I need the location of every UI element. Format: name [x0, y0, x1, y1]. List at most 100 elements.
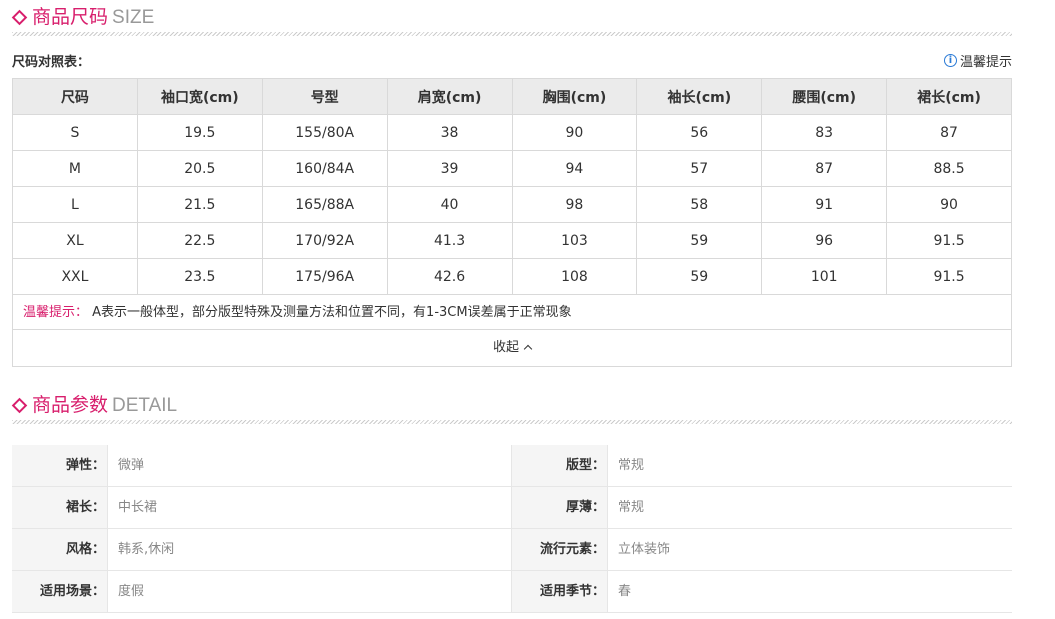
- param-row: 风格： 韩系,休闲 流行元素： 立体装饰: [12, 529, 1012, 571]
- table-row: S 19.5 155/80A 38 90 56 83 87: [12, 114, 1012, 151]
- param-value: 韩系,休闲: [107, 529, 511, 570]
- column-header: 腰围(cm): [761, 78, 888, 115]
- detail-title-cn: 商品参数: [32, 394, 109, 416]
- table-cell: 90: [886, 186, 1012, 223]
- size-chart-title: 尺码对照表：: [12, 55, 91, 70]
- param-item: 厚薄： 常规: [511, 487, 1012, 529]
- table-cell: 56: [636, 114, 763, 151]
- param-item: 风格： 韩系,休闲: [12, 529, 511, 571]
- table-cell: 41.3: [386, 222, 513, 259]
- param-item: 流行元素： 立体装饰: [511, 529, 1012, 571]
- table-cell: 175/96A: [261, 258, 388, 295]
- param-key: 适用场景：: [12, 571, 107, 612]
- param-item: 适用场景： 度假: [12, 571, 511, 613]
- param-value: 中长裙: [107, 487, 511, 528]
- table-cell: 42.6: [386, 258, 513, 295]
- detail-title-en: DETAIL: [112, 395, 178, 416]
- chevron-up-icon: [523, 344, 533, 353]
- table-cell: 58: [636, 186, 763, 223]
- info-icon: i: [943, 54, 957, 67]
- param-row: 弹性： 微弹 版型： 常规: [12, 445, 1012, 487]
- table-row: M 20.5 160/84A 39 94 57 87 88.5: [12, 150, 1012, 187]
- param-key: 风格：: [12, 529, 107, 570]
- table-cell: 39: [386, 150, 513, 187]
- table-cell: 23.5: [136, 258, 263, 295]
- table-cell: 83: [761, 114, 888, 151]
- column-header: 裙长(cm): [886, 78, 1012, 115]
- table-cell: 103: [511, 222, 638, 259]
- size-title-cn: 商品尺码: [32, 6, 109, 28]
- table-cell: 40: [386, 186, 513, 223]
- diamond-icon: [11, 9, 28, 26]
- table-cell: S: [12, 114, 138, 151]
- collapse-label: 收起: [492, 340, 519, 355]
- table-cell: L: [12, 186, 138, 223]
- detail-section-header: 商品参数 DETAIL: [11, 392, 1012, 418]
- param-key: 适用季节：: [512, 571, 607, 612]
- column-header: 尺码: [12, 78, 138, 115]
- tip-link-label: 温馨提示: [959, 55, 1012, 70]
- table-cell: 91.5: [886, 258, 1012, 295]
- table-cell: 88.5: [886, 150, 1012, 187]
- table-cell: 57: [636, 150, 763, 187]
- param-value: 常规: [607, 445, 1012, 486]
- tip-link[interactable]: i 温馨提示: [943, 51, 1012, 70]
- table-cell: 94: [511, 150, 638, 187]
- table-cell: 38: [386, 114, 513, 151]
- table-cell: 96: [761, 222, 888, 259]
- size-title-en: SIZE: [112, 7, 155, 28]
- param-item: 弹性： 微弹: [12, 445, 511, 487]
- diamond-icon: [11, 397, 28, 414]
- param-value: 度假: [107, 571, 511, 612]
- size-note: 温馨提示： A表示一般体型，部分版型特殊及测量方法和位置不同，有1-3CM误差属…: [12, 295, 1012, 330]
- table-cell: 20.5: [136, 150, 263, 187]
- table-cell: 59: [636, 222, 763, 259]
- table-cell: 98: [511, 186, 638, 223]
- column-header: 肩宽(cm): [386, 78, 513, 115]
- param-key: 弹性：: [12, 445, 107, 486]
- table-cell: 160/84A: [261, 150, 388, 187]
- param-row: 裙长： 中长裙 厚薄： 常规: [12, 487, 1012, 529]
- table-header-row: 尺码 袖口宽(cm) 号型 肩宽(cm) 胸围(cm) 袖长(cm) 腰围(cm) 裙长(cm…: [12, 78, 1012, 115]
- table-cell: XL: [12, 222, 138, 259]
- column-header: 号型: [261, 78, 388, 115]
- table-cell: 21.5: [136, 186, 263, 223]
- size-section-header: 商品尺码 SIZE: [11, 4, 1012, 30]
- table-cell: 101: [761, 258, 888, 295]
- table-cell: 91: [761, 186, 888, 223]
- table-cell: 19.5: [136, 114, 263, 151]
- size-table: 尺码 袖口宽(cm) 号型 肩宽(cm) 胸围(cm) 袖长(cm) 腰围(cm) 裙长(cm…: [12, 78, 1012, 295]
- table-cell: M: [12, 150, 138, 187]
- param-key: 流行元素：: [512, 529, 607, 570]
- table-cell: 170/92A: [261, 222, 388, 259]
- note-label: 温馨提示：: [23, 305, 89, 320]
- table-cell: 87: [761, 150, 888, 187]
- param-item: 版型： 常规: [511, 445, 1012, 487]
- param-value: 常规: [607, 487, 1012, 528]
- table-cell: 90: [511, 114, 638, 151]
- table-cell: 108: [511, 258, 638, 295]
- table-cell: 22.5: [136, 222, 263, 259]
- param-key: 版型：: [512, 445, 607, 486]
- divider: [12, 32, 1012, 36]
- param-key: 厚薄：: [512, 487, 607, 528]
- column-header: 胸围(cm): [511, 78, 638, 115]
- table-cell: 87: [886, 114, 1012, 151]
- note-text: A表示一般体型，部分版型特殊及测量方法和位置不同，有1-3CM误差属于正常现象: [92, 305, 572, 320]
- table-row: L 21.5 165/88A 40 98 58 91 90: [12, 186, 1012, 223]
- table-cell: XXL: [12, 258, 138, 295]
- param-item: 适用季节：春: [511, 571, 1012, 613]
- param-key: 裙长：: [12, 487, 107, 528]
- param-item: 裙长： 中长裙: [12, 487, 511, 529]
- table-row: XL 22.5 170/92A 41.3 103 59 96 91.5: [12, 222, 1012, 259]
- table-cell: 155/80A: [261, 114, 388, 151]
- collapse-button[interactable]: 收起: [12, 330, 1012, 367]
- divider: [12, 420, 1012, 424]
- param-row: 适用场景： 度假 适用季节：春: [12, 571, 1012, 613]
- table-row: XXL 23.5 175/96A 42.6 108 59 101 91.5: [12, 258, 1012, 295]
- table-cell: 59: [636, 258, 763, 295]
- table-cell: 165/88A: [261, 186, 388, 223]
- table-cell: 91.5: [886, 222, 1012, 259]
- param-value: 春: [607, 571, 1012, 612]
- param-value: 立体装饰: [607, 529, 1012, 570]
